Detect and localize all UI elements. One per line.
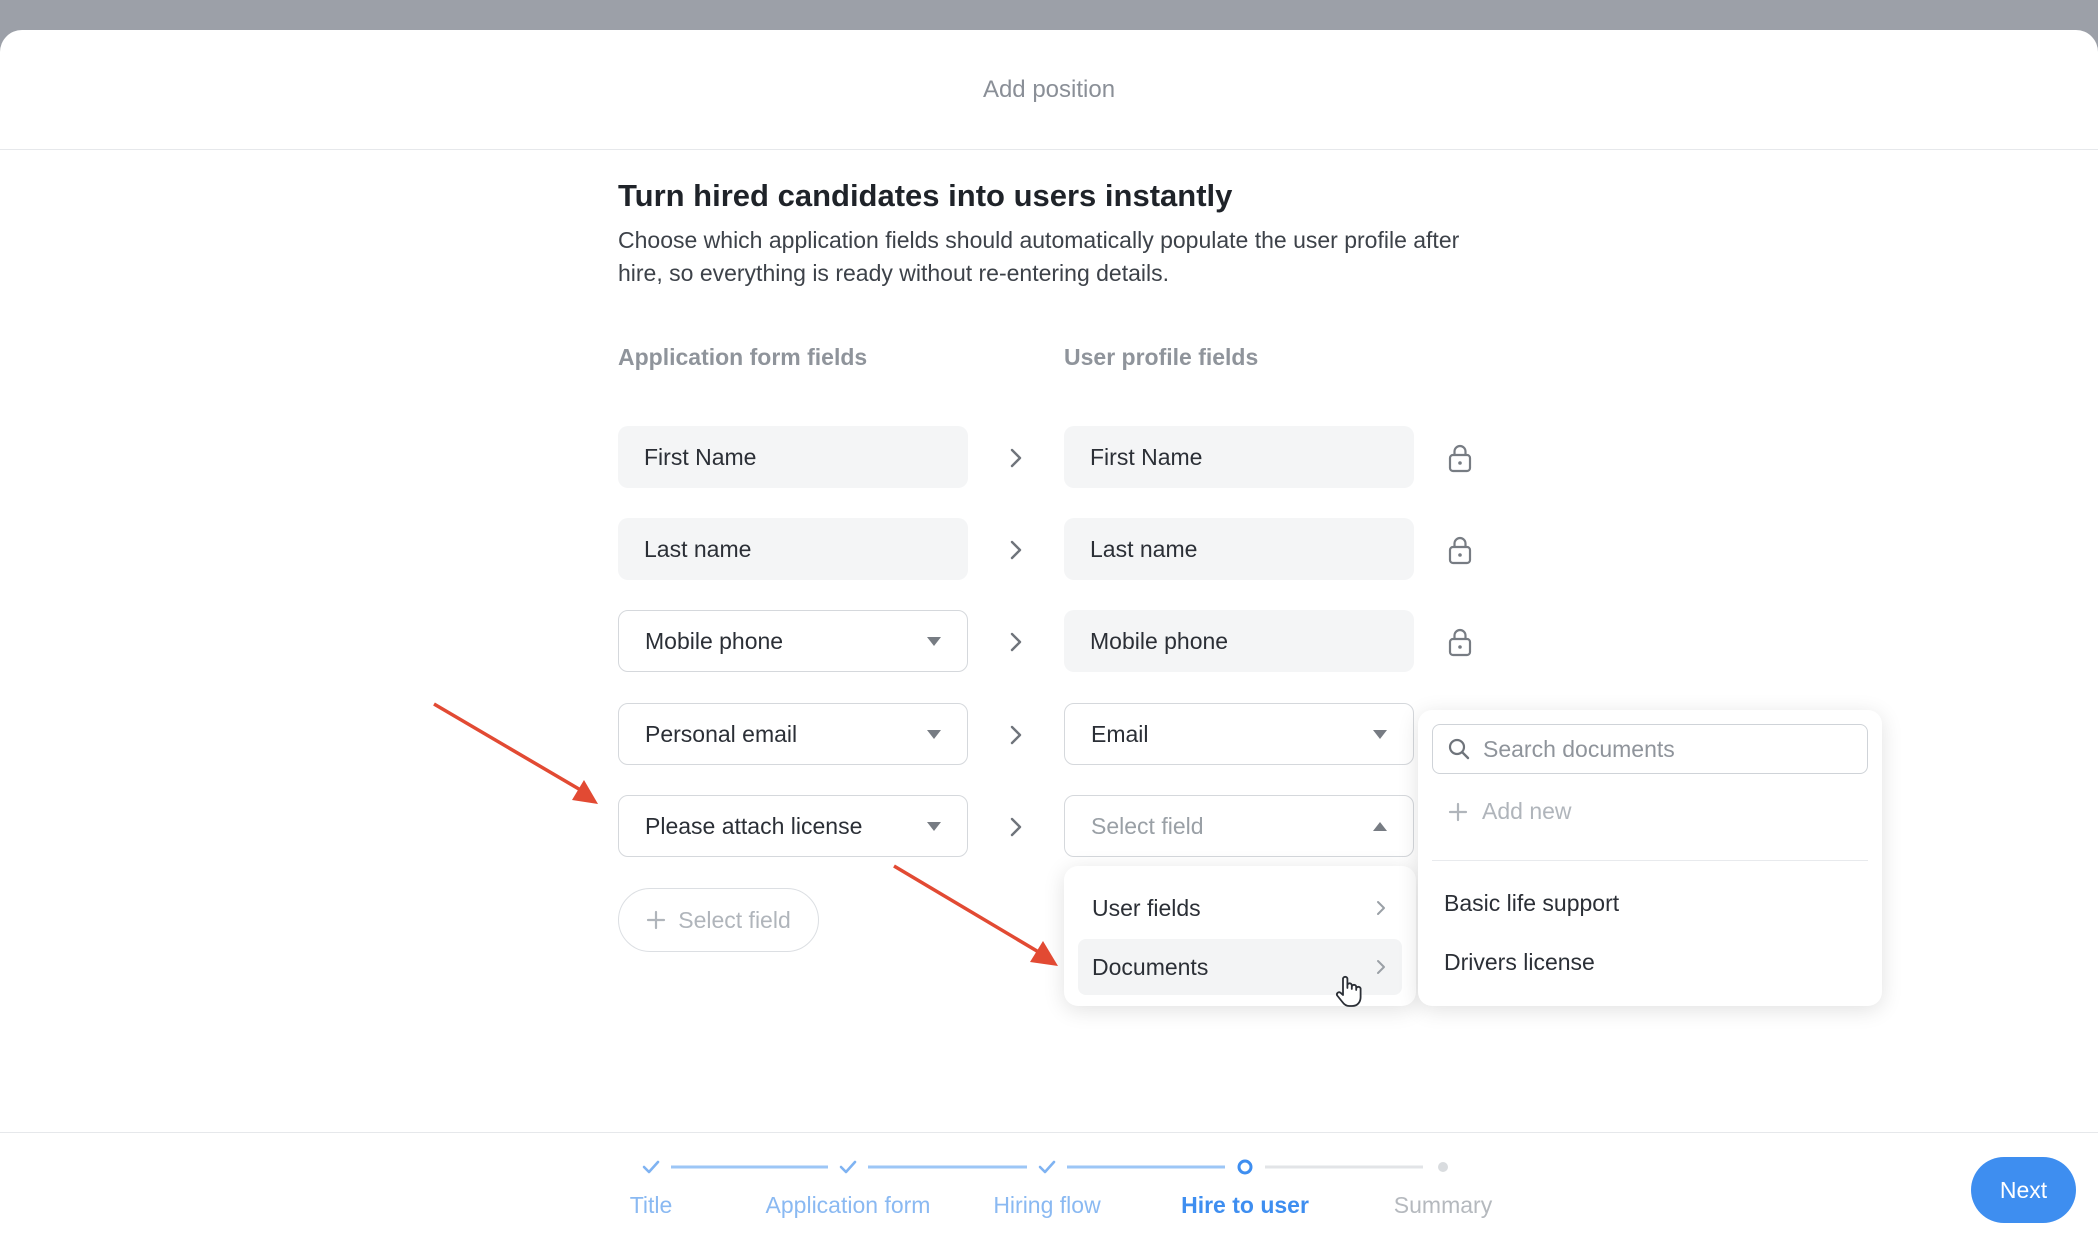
menu-item-user-fields[interactable]: User fields — [1078, 880, 1402, 936]
search-icon — [1448, 738, 1470, 760]
chevron-right-icon — [1010, 540, 1022, 560]
add-field-button[interactable]: Select field — [618, 888, 819, 952]
step-application-form[interactable]: Application form — [766, 1192, 931, 1219]
caret-down-icon — [1373, 729, 1387, 739]
step-title[interactable]: Title — [630, 1192, 673, 1219]
chevron-right-icon — [1010, 725, 1022, 745]
caret-up-icon — [1373, 821, 1387, 831]
section-heading: Turn hired candidates into users instant… — [618, 178, 1233, 213]
documents-search[interactable] — [1432, 724, 1868, 774]
app-field-label: Last name — [644, 535, 752, 562]
lock-icon — [1448, 444, 1472, 473]
documents-submenu: Add new Basic life support Drivers licen… — [1418, 710, 1882, 1006]
hand-cursor-icon — [1336, 975, 1362, 1007]
chevron-right-icon — [1010, 817, 1022, 837]
chevron-right-icon — [1377, 901, 1385, 915]
step-hiring-flow[interactable]: Hiring flow — [993, 1192, 1100, 1219]
application-fields-label: Application form fields — [618, 344, 868, 370]
chevron-right-icon — [1010, 448, 1022, 468]
profile-field-select-open[interactable]: Select field — [1064, 795, 1414, 857]
profile-field-first-name: First Name — [1064, 426, 1414, 488]
profile-fields-label: User profile fields — [1064, 344, 1259, 370]
caret-down-icon — [927, 729, 941, 739]
profile-field-label: Last name — [1090, 535, 1198, 562]
document-item-basic-life-support[interactable]: Basic life support — [1444, 890, 1619, 917]
add-new-label: Add new — [1482, 798, 1572, 824]
caret-down-icon — [927, 636, 941, 646]
lock-icon — [1448, 628, 1472, 657]
modal-header: Add position — [0, 30, 2098, 150]
profile-field-email-select[interactable]: Email — [1064, 703, 1414, 765]
next-button[interactable]: Next — [1971, 1157, 2076, 1223]
profile-field-label: Email — [1091, 720, 1149, 747]
modal-title: Add position — [982, 75, 1116, 103]
plus-icon — [1448, 802, 1468, 821]
app-field-label: Personal email — [645, 720, 798, 747]
section-description: Choose which application fields should a… — [618, 227, 1460, 286]
menu-item-label: User fields — [1092, 894, 1201, 921]
menu-item-label: Documents — [1092, 953, 1209, 980]
app-field-last-name: Last name — [618, 518, 968, 580]
profile-field-label: First Name — [1090, 443, 1203, 470]
chevron-right-icon — [1377, 960, 1385, 974]
app-field-mobile-phone-select[interactable]: Mobile phone — [618, 610, 968, 672]
plus-icon — [647, 910, 666, 930]
app-field-label: Mobile phone — [645, 627, 784, 654]
document-item-drivers-license[interactable]: Drivers license — [1444, 949, 1595, 976]
add-new-document-button[interactable]: Add new — [1448, 798, 1572, 825]
app-field-license-select[interactable]: Please attach license — [618, 795, 968, 857]
profile-field-label: Mobile phone — [1090, 627, 1229, 654]
chevron-right-icon — [1010, 632, 1022, 652]
step-summary[interactable]: Summary — [1394, 1192, 1492, 1219]
add-field-label: Select field — [678, 906, 791, 933]
menu-divider — [1432, 860, 1868, 861]
app-field-label: Please attach license — [645, 812, 863, 839]
profile-field-placeholder: Select field — [1091, 812, 1204, 839]
app-field-first-name: First Name — [618, 426, 968, 488]
profile-field-mobile-phone: Mobile phone — [1064, 610, 1414, 672]
caret-down-icon — [927, 821, 941, 831]
profile-field-last-name: Last name — [1064, 518, 1414, 580]
app-field-personal-email-select[interactable]: Personal email — [618, 703, 968, 765]
app-field-label: First Name — [644, 443, 757, 470]
lock-icon — [1448, 536, 1472, 565]
step-hire-to-user[interactable]: Hire to user — [1181, 1192, 1309, 1219]
documents-search-input[interactable] — [1481, 734, 1845, 764]
